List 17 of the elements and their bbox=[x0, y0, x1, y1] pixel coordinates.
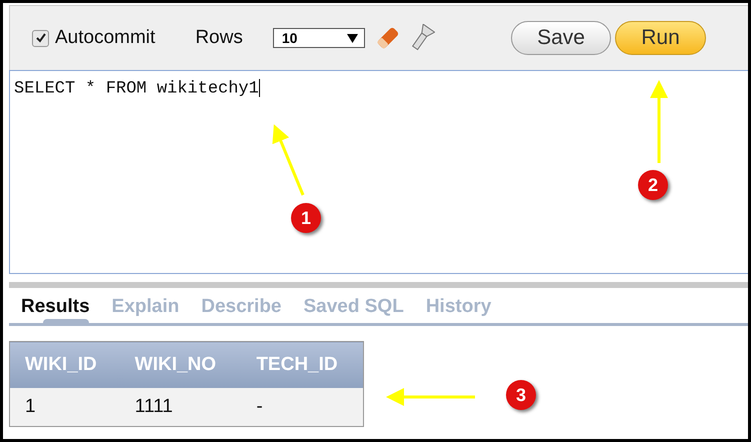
table-cell: - bbox=[241, 388, 364, 426]
run-button[interactable]: Run bbox=[615, 21, 706, 55]
arrow bbox=[272, 124, 304, 196]
column-header: TECH_ID bbox=[241, 342, 364, 388]
step-badge: 3 bbox=[506, 380, 536, 410]
caret-icon bbox=[346, 34, 358, 42]
check-icon bbox=[34, 32, 46, 44]
autocommit-label: Autocommit bbox=[55, 27, 156, 49]
save-button[interactable]: Save bbox=[511, 21, 611, 55]
rows-label: Rows bbox=[195, 27, 243, 49]
rows-select[interactable]: 10 bbox=[272, 28, 365, 48]
tab[interactable]: Results bbox=[21, 296, 90, 326]
column-header: WIKI_NO bbox=[120, 342, 242, 388]
table-cell: 1 bbox=[10, 388, 120, 426]
autocommit-checkbox[interactable] bbox=[32, 30, 49, 46]
column-header: WIKI_ID bbox=[10, 342, 120, 388]
table-cell: 1111 bbox=[120, 388, 242, 426]
